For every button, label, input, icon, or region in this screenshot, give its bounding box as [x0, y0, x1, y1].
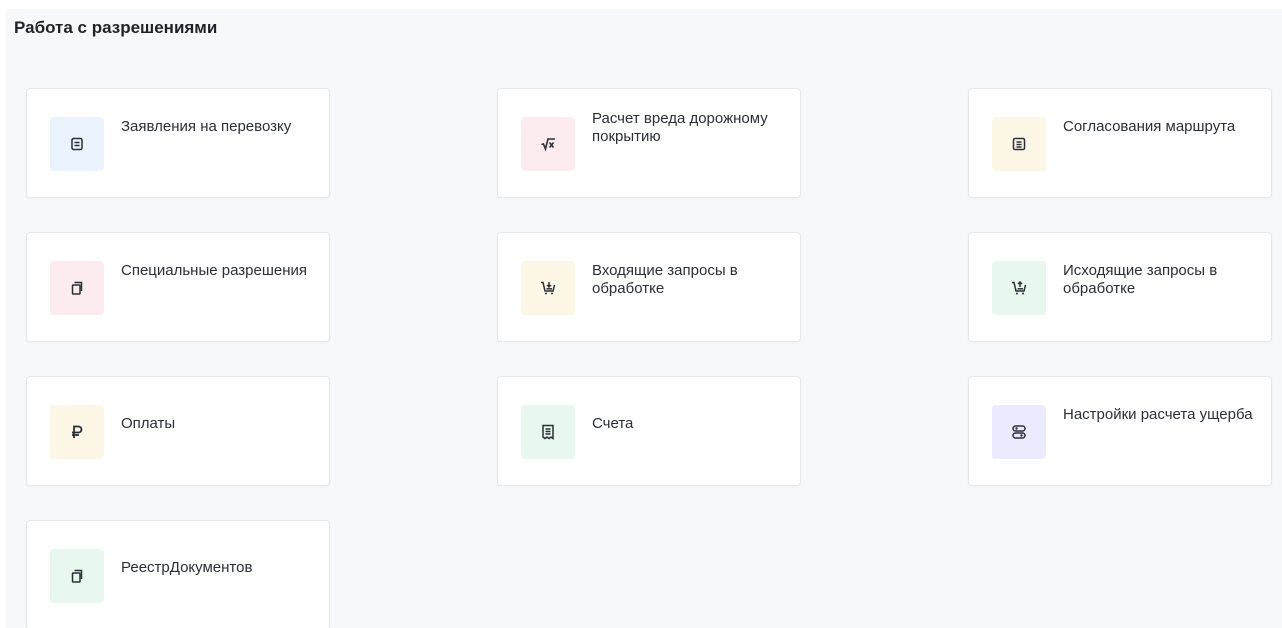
square-root-icon: [540, 136, 556, 152]
card-invoices[interactable]: Счета: [497, 376, 801, 486]
page-title: Работа с разрешениями: [14, 18, 218, 37]
copy-icon: [69, 568, 85, 584]
icon-tile: [992, 261, 1046, 315]
card-payments[interactable]: Оплаты: [26, 376, 330, 486]
card-label: Счета: [592, 415, 634, 432]
card-transport-applications[interactable]: Заявления на перевозку: [26, 88, 330, 198]
card-label: Расчет вреда дорожному покрытию: [592, 110, 768, 145]
card-label: Настройки расчета ущерба: [1063, 406, 1253, 423]
card-label: Согласования маршрута: [1063, 118, 1236, 135]
settings-toggle-icon: [1011, 424, 1027, 440]
icon-tile: [992, 117, 1046, 171]
card-damage-settings[interactable]: Настройки расчета ущерба: [968, 376, 1272, 486]
icon-tile: [50, 261, 104, 315]
icon-tile: [50, 117, 104, 171]
icon-tile: [521, 117, 575, 171]
icon-tile: [521, 405, 575, 459]
document-list-icon: [1011, 136, 1027, 152]
card-outgoing-requests[interactable]: Исходящие запросы в обработке: [968, 232, 1272, 342]
card-document-registry[interactable]: РеестрДокументов: [26, 520, 330, 628]
cart-in-icon: [540, 280, 556, 296]
card-route-approvals[interactable]: Согласования маршрута: [968, 88, 1272, 198]
card-label: Оплаты: [121, 415, 176, 432]
icon-tile: [50, 549, 104, 603]
card-special-permits[interactable]: Специальные разрешения: [26, 232, 330, 342]
card-label: Исходящие запросы в обработке: [1063, 262, 1218, 297]
card-road-damage-calculation[interactable]: Расчет вреда дорожному покрытию: [497, 88, 801, 198]
icon-tile: [992, 405, 1046, 459]
permissions-panel: Работа с разрешениями Заявления на перев…: [6, 9, 1282, 628]
document-icon: [69, 136, 85, 152]
card-label: Входящие запросы в обработке: [592, 262, 738, 297]
icon-tile: [50, 405, 104, 459]
card-label: РеестрДокументов: [121, 559, 253, 576]
icon-tile: [521, 261, 575, 315]
card-label: Заявления на перевозку: [121, 118, 292, 135]
copy-icon: [69, 280, 85, 296]
receipt-icon: [540, 424, 556, 440]
ruble-icon: [69, 424, 85, 440]
card-incoming-requests[interactable]: Входящие запросы в обработке: [497, 232, 801, 342]
card-label: Специальные разрешения: [121, 262, 307, 279]
cart-out-icon: [1011, 280, 1027, 296]
